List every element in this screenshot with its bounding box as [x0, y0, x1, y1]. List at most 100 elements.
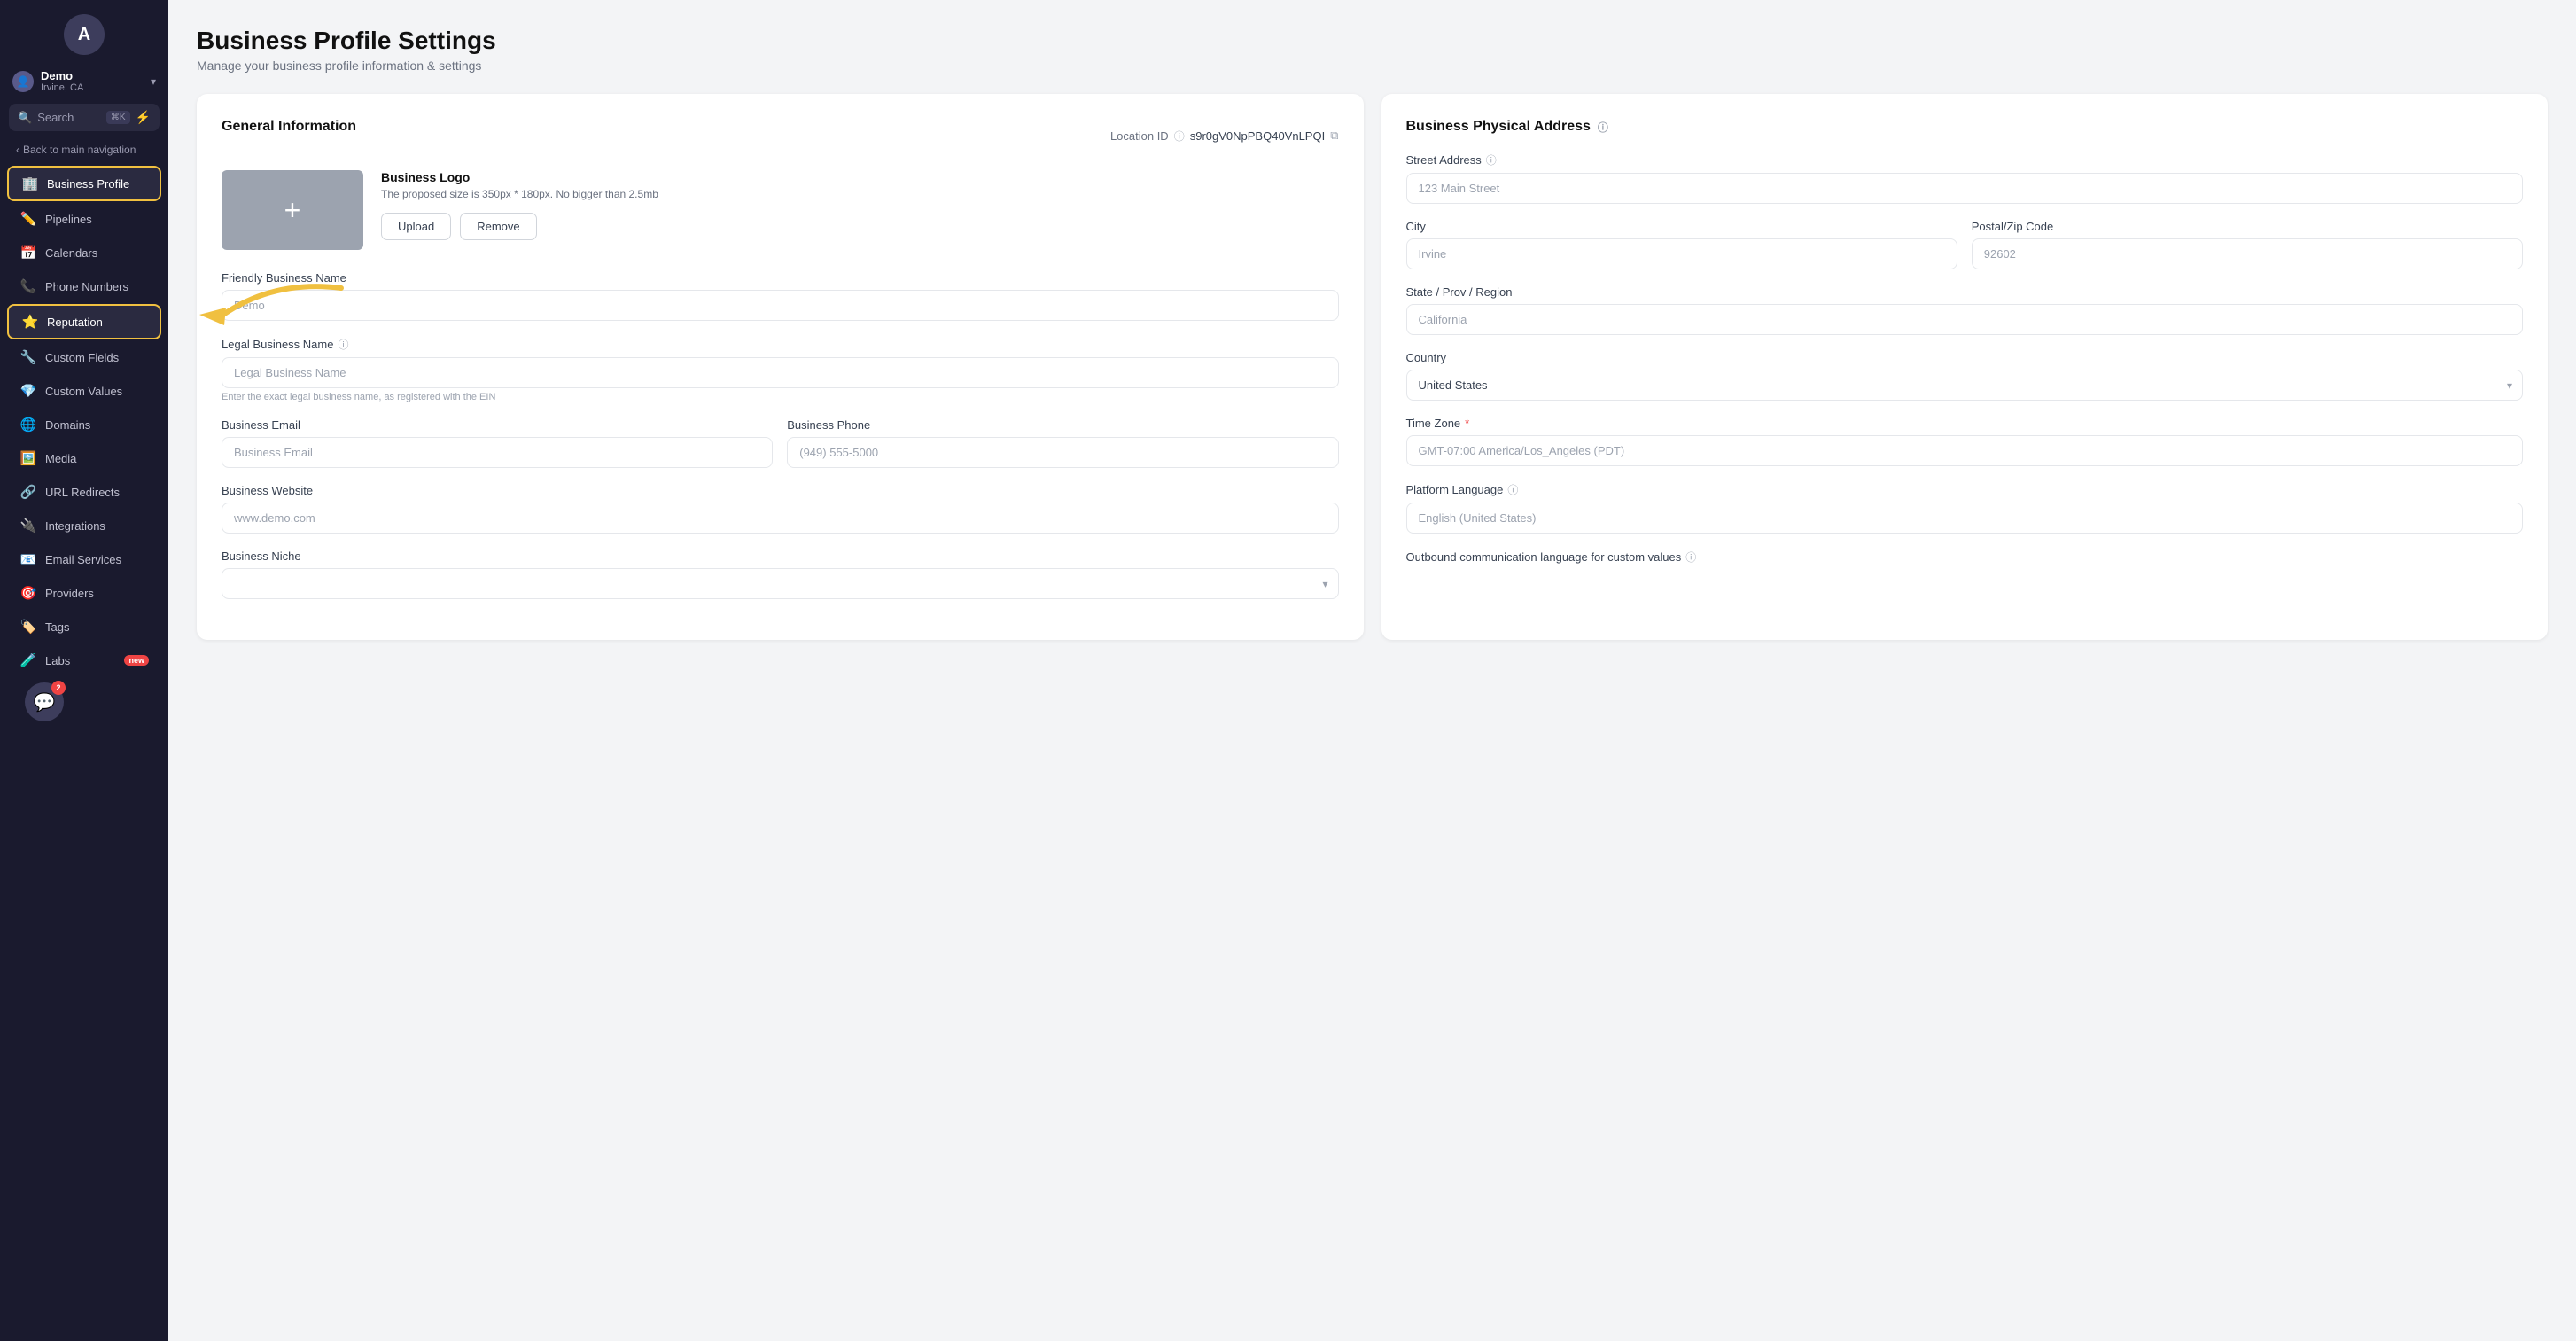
- country-field: Country United States ▾: [1406, 351, 2524, 401]
- email-input[interactable]: [222, 437, 773, 468]
- user-avatar: A: [64, 14, 105, 55]
- friendly-name-input[interactable]: [222, 290, 1339, 321]
- pipelines-icon: ✏️: [19, 211, 37, 227]
- website-field: Business Website: [222, 484, 1339, 534]
- page-title: Business Profile Settings: [197, 27, 2548, 55]
- logo-label: Business Logo: [381, 170, 658, 184]
- language-input[interactable]: [1406, 503, 2524, 534]
- outbound-info-icon[interactable]: ⓘ: [1685, 550, 1696, 565]
- legal-name-input[interactable]: [222, 357, 1339, 388]
- sidebar-item-label: Pipelines: [45, 213, 149, 226]
- location-id-label: Location ID: [1110, 129, 1169, 143]
- sidebar-item-business-profile[interactable]: 🏢 Business Profile: [7, 166, 161, 201]
- language-label: Platform Language ⓘ: [1406, 482, 2524, 497]
- business-phone-field: Business Phone: [787, 418, 1338, 468]
- outbound-lang-label: Outbound communication language for cust…: [1406, 550, 2524, 565]
- account-icon: 👤: [12, 71, 34, 92]
- city-label: City: [1406, 220, 1957, 233]
- copy-icon[interactable]: ⧉: [1330, 129, 1338, 143]
- address-title: Business Physical Address ⓘ: [1406, 119, 2524, 135]
- street-label: Street Address ⓘ: [1406, 152, 2524, 168]
- location-id-info-icon[interactable]: ⓘ: [1174, 129, 1185, 144]
- address-info-icon[interactable]: ⓘ: [1598, 120, 1608, 135]
- back-arrow-icon: ‹: [16, 144, 19, 156]
- timezone-field: Time Zone *: [1406, 417, 2524, 466]
- labs-new-badge: new: [124, 655, 149, 666]
- location-id-area: Location ID ⓘ s9r0gV0NpPBQ40VnLPQI ⧉: [1110, 129, 1339, 144]
- outbound-lang-field: Outbound communication language for cust…: [1406, 550, 2524, 565]
- sidebar-item-labs[interactable]: 🧪 Labs new: [7, 644, 161, 676]
- sidebar-item-label: Integrations: [45, 519, 149, 533]
- url-redirects-icon: 🔗: [19, 484, 37, 500]
- calendars-icon: 📅: [19, 245, 37, 261]
- email-phone-row: Business Email Business Phone: [222, 418, 1339, 484]
- account-arrow: ▾: [151, 75, 156, 88]
- page-subtitle: Manage your business profile information…: [197, 58, 2548, 73]
- avatar-area: A: [0, 0, 168, 64]
- sidebar-item-label: Calendars: [45, 246, 149, 260]
- timezone-input[interactable]: [1406, 435, 2524, 466]
- providers-icon: 🎯: [19, 585, 37, 601]
- account-switcher[interactable]: 👤 Demo Irvine, CA ▾: [0, 64, 168, 104]
- sidebar-item-reputation[interactable]: ⭐ Reputation: [7, 304, 161, 339]
- sidebar-item-label: Custom Fields: [45, 351, 149, 364]
- sidebar-item-integrations[interactable]: 🔌 Integrations: [7, 510, 161, 542]
- sidebar-item-url-redirects[interactable]: 🔗 URL Redirects: [7, 476, 161, 508]
- niche-select[interactable]: [222, 568, 1339, 599]
- website-label: Business Website: [222, 484, 1339, 497]
- legal-name-label: Legal Business Name ⓘ: [222, 337, 1339, 352]
- card-header: General Information Location ID ⓘ s9r0gV…: [222, 119, 1339, 152]
- legal-name-info-icon[interactable]: ⓘ: [338, 337, 348, 352]
- street-input[interactable]: [1406, 173, 2524, 204]
- logo-plus-icon: +: [284, 194, 301, 227]
- phone-label: Business Phone: [787, 418, 1338, 432]
- sidebar-item-providers[interactable]: 🎯 Providers: [7, 577, 161, 609]
- account-location: Irvine, CA: [41, 82, 151, 93]
- labs-icon: 🧪: [19, 652, 37, 668]
- search-label: Search: [37, 111, 106, 124]
- back-to-nav[interactable]: ‹ Back to main navigation: [0, 138, 168, 165]
- language-info-icon[interactable]: ⓘ: [1507, 482, 1518, 497]
- domains-icon: 🌐: [19, 417, 37, 433]
- back-label: Back to main navigation: [23, 144, 136, 156]
- zip-input[interactable]: [1972, 238, 2523, 269]
- niche-select-wrapper: ▾: [222, 568, 1339, 599]
- general-info-title: General Information: [222, 119, 356, 135]
- website-input[interactable]: [222, 503, 1339, 534]
- logo-placeholder: +: [222, 170, 363, 250]
- phone-numbers-icon: 📞: [19, 278, 37, 294]
- sidebar-item-media[interactable]: 🖼️ Media: [7, 442, 161, 474]
- sidebar-item-tags[interactable]: 🏷️ Tags: [7, 611, 161, 643]
- sidebar-item-calendars[interactable]: 📅 Calendars: [7, 237, 161, 269]
- country-select[interactable]: United States: [1406, 370, 2524, 401]
- chat-button[interactable]: 💬 2: [25, 682, 64, 721]
- business-email-field: Business Email: [222, 418, 773, 468]
- city-input[interactable]: [1406, 238, 1957, 269]
- sidebar-item-custom-fields[interactable]: 🔧 Custom Fields: [7, 341, 161, 373]
- sidebar-item-custom-values[interactable]: 💎 Custom Values: [7, 375, 161, 407]
- sidebar-item-label: Media: [45, 452, 149, 465]
- sidebar-item-email-services[interactable]: 📧 Email Services: [7, 543, 161, 575]
- upload-button[interactable]: Upload: [381, 213, 451, 240]
- zip-field: Postal/Zip Code: [1972, 220, 2523, 269]
- search-bar[interactable]: 🔍 Search ⌘K ⚡: [9, 104, 160, 131]
- niche-field: Business Niche ▾: [222, 550, 1339, 599]
- sidebar-item-phone-numbers[interactable]: 📞 Phone Numbers: [7, 270, 161, 302]
- address-card: Business Physical Address ⓘ Street Addre…: [1381, 94, 2549, 640]
- sidebar: A 👤 Demo Irvine, CA ▾ 🔍 Search ⌘K ⚡ ‹ Ba…: [0, 0, 168, 1341]
- street-info-icon[interactable]: ⓘ: [1486, 152, 1497, 168]
- search-icon: 🔍: [18, 111, 32, 125]
- sidebar-item-label: Phone Numbers: [45, 280, 149, 293]
- state-input[interactable]: [1406, 304, 2524, 335]
- sidebar-item-pipelines[interactable]: ✏️ Pipelines: [7, 203, 161, 235]
- media-icon: 🖼️: [19, 450, 37, 466]
- custom-fields-icon: 🔧: [19, 349, 37, 365]
- phone-input[interactable]: [787, 437, 1338, 468]
- logo-desc: The proposed size is 350px * 180px. No b…: [381, 188, 658, 200]
- sidebar-item-label: Email Services: [45, 553, 149, 566]
- sidebar-item-domains[interactable]: 🌐 Domains: [7, 409, 161, 441]
- legal-name-field: Legal Business Name ⓘ Enter the exact le…: [222, 337, 1339, 402]
- business-profile-icon: 🏢: [21, 175, 39, 191]
- remove-button[interactable]: Remove: [460, 213, 536, 240]
- zip-label: Postal/Zip Code: [1972, 220, 2523, 233]
